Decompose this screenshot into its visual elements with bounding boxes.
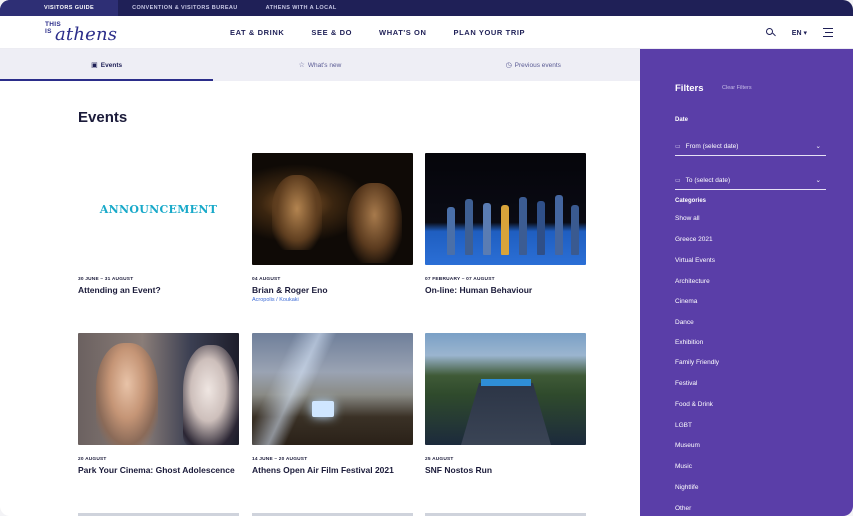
event-card[interactable]: 04 AUGUST Brian & Roger Eno Acropolis / … [252,153,413,303]
filters-sidebar: Filters Clear Filters Date ▭ From (selec… [640,49,853,516]
event-date: 14 JUNE – 20 AUGUST [252,457,308,462]
event-title[interactable]: On-line: Human Behaviour [425,285,586,296]
clear-filters-link[interactable]: Clear Filters [722,85,752,91]
category-music[interactable]: Music [675,463,692,470]
event-date: 04 AUGUST [252,277,281,282]
to-date-placeholder: To (select date) [685,177,731,184]
event-title[interactable]: Attending an Event? [78,285,239,296]
search-icon[interactable] [765,27,776,38]
topbar-link-convention-bureau[interactable]: CONVENTION & VISITORS BUREAU [118,0,252,16]
page-title: Events [78,109,128,126]
event-location-link[interactable]: Acropolis / Koukaki [252,297,413,303]
category-greece-2021[interactable]: Greece 2021 [675,236,713,243]
event-card[interactable]: 25 AUGUST SNF Nostos Run [425,333,586,476]
event-thumbnail[interactable] [252,153,413,265]
event-card[interactable]: 20 AUGUST Park Your Cinema: Ghost Adoles… [78,333,239,476]
main-header: THIS IS athens EAT & DRINK SEE & DO WHAT'… [0,16,853,49]
event-title[interactable]: Park Your Cinema: Ghost Adolescence [78,465,239,476]
main-nav: EAT & DRINK SEE & DO WHAT'S ON PLAN YOUR… [230,16,552,49]
tab-label: Events [100,61,123,69]
event-date: 30 JUNE – 31 AUGUST [78,277,134,282]
clock-icon: ◷ [505,62,512,69]
category-show-all[interactable]: Show all [675,215,700,222]
from-date-placeholder: From (select date) [685,143,739,150]
categories-label: Categories [675,198,707,204]
tab-previous-events[interactable]: ◷ Previous events [427,49,640,81]
from-date-select[interactable]: ▭ From (select date) ⌄ [675,138,826,156]
page-frame: VISITORS GUIDE CONVENTION & VISITORS BUR… [0,0,853,516]
nav-item-see-do[interactable]: SEE & DO [311,28,352,37]
event-card[interactable]: 14 JUNE – 20 AUGUST Athens Open Air Film… [252,333,413,476]
topbar-link-athens-with-a-local[interactable]: ATHENS WITH A LOCAL [252,0,351,16]
category-nightlife[interactable]: Nightlife [675,484,698,491]
event-date: 25 AUGUST [425,457,454,462]
event-date: 20 AUGUST [78,457,107,462]
events-tabs: ▣ Events ☆ What's new ◷ Previous events [0,49,640,81]
event-card[interactable]: 07 FEBRUARY – 07 AUGUST On-line: Human B… [425,153,586,296]
hamburger-menu-icon[interactable] [823,28,833,38]
top-utility-bar: VISITORS GUIDE CONVENTION & VISITORS BUR… [0,0,853,16]
category-festival[interactable]: Festival [675,380,697,387]
topbar-link-visitors-guide[interactable]: VISITORS GUIDE [0,0,119,16]
category-food-drink[interactable]: Food & Drink [675,401,713,408]
tab-whats-new[interactable]: ☆ What's new [213,49,426,81]
event-card[interactable]: ANNOUNCEMENT 30 JUNE – 31 AUGUST Attendi… [78,153,239,296]
site-logo[interactable]: THIS IS athens [45,20,135,46]
category-virtual-events[interactable]: Virtual Events [675,257,715,264]
chevron-down-icon: ⌄ [815,177,821,184]
filters-title: Filters [675,83,704,94]
calendar-icon: ▭ [675,144,681,150]
star-icon: ☆ [298,62,305,69]
category-lgbt[interactable]: LGBT [675,422,692,429]
calendar-icon: ▭ [675,178,681,184]
date-label: Date [675,117,689,123]
tab-label: What's new [307,61,342,69]
category-other[interactable]: Other [675,505,691,512]
language-selector[interactable]: EN ▾ [792,29,807,37]
language-label: EN [791,29,802,37]
nav-item-eat-drink[interactable]: EAT & DRINK [230,28,284,37]
tab-label: Previous events [514,61,561,69]
category-exhibition[interactable]: Exhibition [675,339,703,346]
tab-events[interactable]: ▣ Events [0,49,214,81]
chevron-down-icon: ▾ [803,29,807,37]
category-museum[interactable]: Museum [675,442,700,449]
category-family-friendly[interactable]: Family Friendly [675,359,719,366]
category-cinema[interactable]: Cinema [675,298,697,305]
event-date: 07 FEBRUARY – 07 AUGUST [425,277,495,282]
to-date-select[interactable]: ▭ To (select date) ⌄ [675,172,826,190]
event-title[interactable]: SNF Nostos Run [425,465,586,476]
category-dance[interactable]: Dance [675,319,694,326]
event-thumbnail[interactable]: ANNOUNCEMENT [78,153,239,265]
nav-item-whats-on[interactable]: WHAT'S ON [379,28,426,37]
event-thumbnail[interactable] [78,333,239,445]
event-title[interactable]: Brian & Roger Eno [252,285,413,296]
event-thumbnail[interactable] [425,153,586,265]
event-thumbnail[interactable] [425,333,586,445]
announcement-text: ANNOUNCEMENT [99,202,218,216]
nav-item-plan-your-trip[interactable]: PLAN YOUR TRIP [454,28,526,37]
event-title[interactable]: Athens Open Air Film Festival 2021 [252,465,413,476]
category-architecture[interactable]: Architecture [675,278,710,285]
calendar-icon: ▣ [91,62,98,69]
logo-big-text: athens [55,24,118,45]
event-thumbnail[interactable] [252,333,413,445]
header-actions: EN ▾ [765,16,833,49]
chevron-down-icon: ⌄ [815,143,821,150]
